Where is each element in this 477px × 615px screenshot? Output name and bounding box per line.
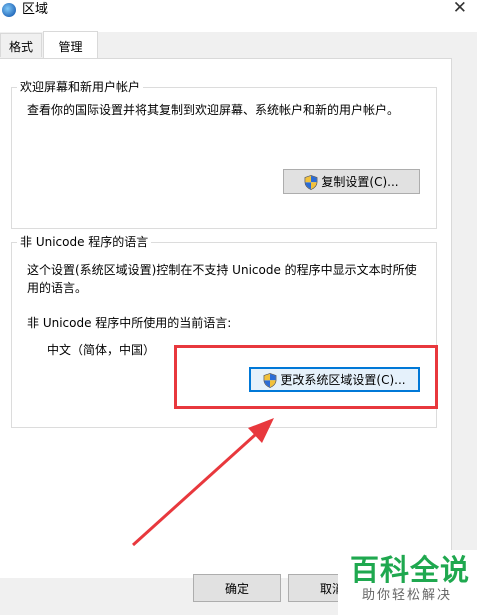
watermark-brand: 百科全说 xyxy=(350,553,471,587)
ok-button[interactable]: 确定 xyxy=(193,574,281,602)
watermark: 百科全说 助你轻松解决 xyxy=(338,550,477,615)
annotation-arrow-icon xyxy=(131,418,274,547)
watermark-slogan: 助你轻松解决 xyxy=(362,588,453,603)
